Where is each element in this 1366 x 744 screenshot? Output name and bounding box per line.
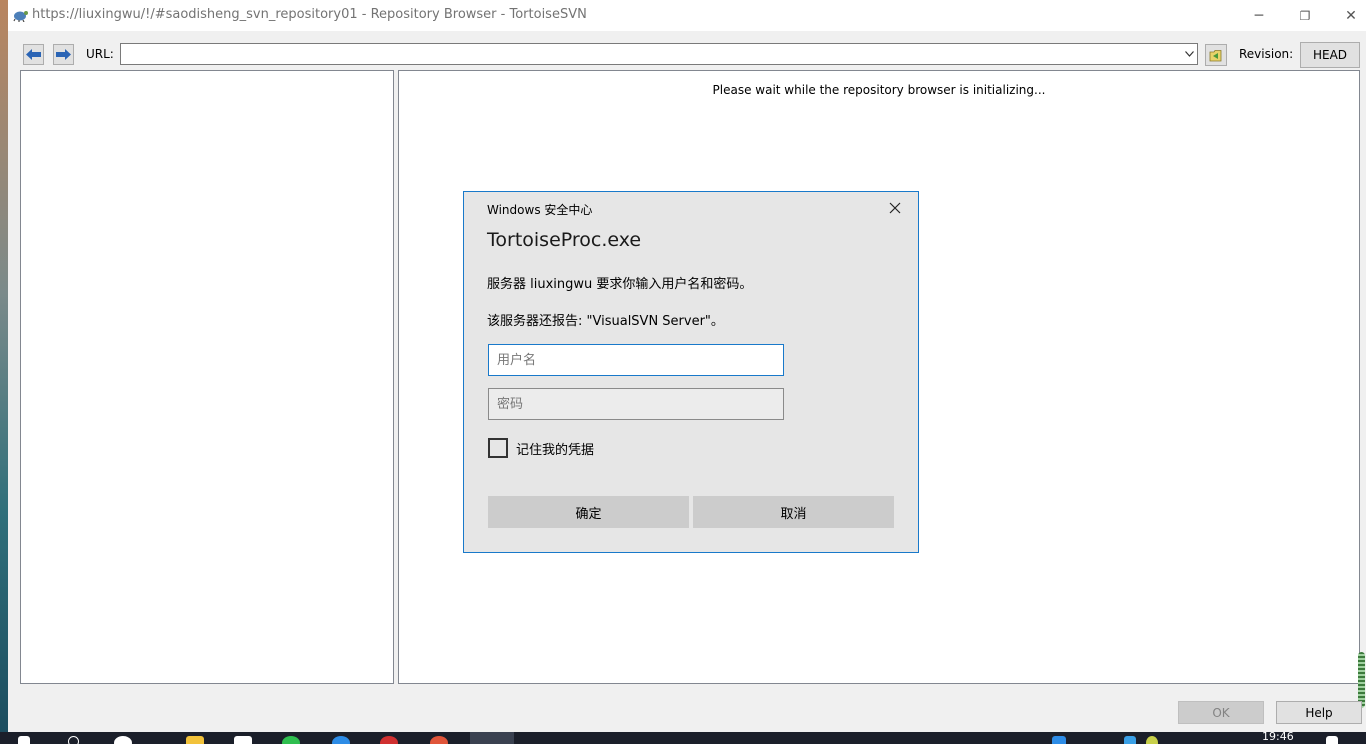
close-icon[interactable]: ✕ [1328,0,1366,31]
desktop-background-strip [0,0,8,732]
taskbar-clock: 19:46 [1262,732,1294,743]
initializing-message: Please wait while the repository browser… [712,83,1046,97]
file-explorer-icon[interactable] [186,736,204,744]
window-title: https://liuxingwu/!/#saodisheng_svn_repo… [32,7,587,22]
browse-folder-button[interactable] [1205,44,1227,66]
network-tray-icon[interactable] [1124,736,1136,744]
taskbar: 19:46 [0,732,1366,744]
windows-security-dialog: Windows 安全中心 TortoiseProc.exe 服务器 liuxin… [463,191,919,553]
confirm-button[interactable]: 确定 [488,496,689,528]
url-dropdown-button[interactable] [1181,44,1197,64]
cancel-button[interactable]: 取消 [693,496,894,528]
ok-button[interactable]: OK [1178,701,1264,724]
remember-credentials-label[interactable]: 记住我的凭据 [516,439,594,458]
arrow-right-icon [56,49,71,60]
dialog-server-request-message: 服务器 liuxingwu 要求你输入用户名和密码。 [487,277,753,292]
browser-icon[interactable] [380,736,398,744]
revision-label: Revision: [1239,47,1294,61]
restore-icon[interactable]: ❐ [1282,0,1328,31]
task-view-icon[interactable] [114,736,132,744]
tortoise-icon [13,11,28,22]
dialog-app-name: TortoiseProc.exe [487,229,642,251]
start-icon[interactable] [18,736,30,744]
wechat-icon[interactable] [282,736,300,744]
username-input[interactable] [488,344,784,376]
app-tray-icon[interactable] [1146,736,1158,744]
forward-button[interactable] [53,44,74,65]
remember-credentials-checkbox[interactable] [488,438,508,458]
scroll-handle[interactable] [1358,652,1365,708]
url-combobox[interactable] [120,43,1198,65]
messenger-icon[interactable] [332,736,350,744]
url-label: URL: [86,47,114,61]
toolbar: URL: Revision: HEAD [8,40,1366,70]
revision-head-button[interactable]: HEAD [1300,42,1360,68]
minimize-icon[interactable]: ─ [1236,0,1282,31]
title-bar[interactable]: https://liuxingwu/!/#saodisheng_svn_repo… [8,0,1366,31]
arrow-left-icon [26,49,41,60]
tortoisesvn-taskbar-button[interactable] [470,732,514,744]
chevron-down-icon [1184,51,1194,57]
tray-icon[interactable] [1052,736,1066,744]
repository-tree-pane[interactable] [20,70,394,684]
chrome-icon[interactable] [430,736,448,744]
search-icon[interactable] [68,736,79,744]
dialog-close-icon[interactable] [883,198,907,218]
back-button[interactable] [23,44,44,65]
dialog-caption: Windows 安全中心 [487,203,593,217]
notification-icon[interactable] [1326,736,1338,744]
help-button[interactable]: Help [1276,701,1362,724]
password-input[interactable] [488,388,784,420]
folder-icon [1209,49,1222,61]
close-x-icon [889,202,901,214]
app-icon[interactable] [234,736,252,744]
dialog-server-report-message: 该服务器还报告: "VisualSVN Server"。 [487,314,724,329]
